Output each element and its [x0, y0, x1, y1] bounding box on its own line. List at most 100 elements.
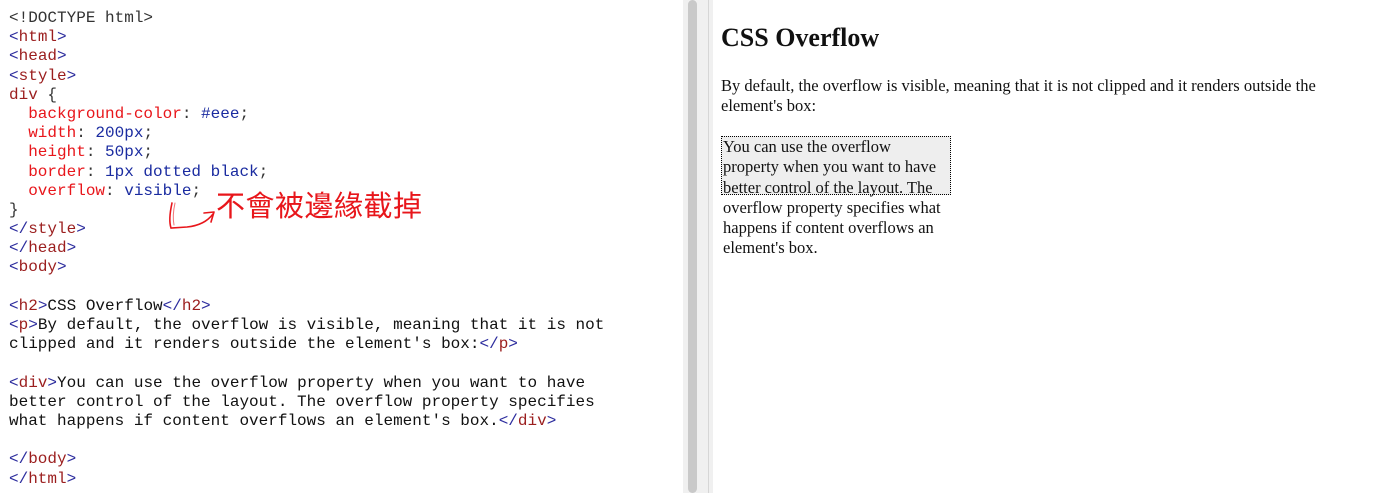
- code-token-tag: div: [517, 411, 547, 430]
- code-token-tag: p: [498, 335, 509, 354]
- code-token-tag: html: [18, 28, 58, 47]
- code-line[interactable]: width: 200px;: [7, 124, 676, 144]
- code-token-bracket: >: [66, 450, 77, 469]
- code-token-value: 50px: [105, 143, 144, 162]
- code-token-bracket: >: [47, 373, 58, 392]
- code-token-value: 200px: [95, 124, 144, 143]
- code-token-text: You can use the overflow property when y…: [57, 373, 586, 392]
- code-token-bracket: </: [9, 220, 29, 239]
- code-token-bracket: >: [76, 220, 86, 239]
- code-token-bracket: </: [9, 469, 29, 488]
- code-line[interactable]: what happens if content overflows an ele…: [9, 412, 604, 431]
- code-token-punct: ;: [143, 124, 154, 143]
- code-token-plain: <!DOCTYPE html>: [9, 9, 154, 27]
- code-token-tag: h2: [181, 296, 202, 315]
- code-token-punct: :: [85, 162, 106, 181]
- code-token-bracket: >: [546, 411, 557, 430]
- code-token-bracket: >: [57, 47, 67, 66]
- code-token-tag: style: [18, 66, 67, 85]
- overflow-demo-box: You can use the overflow property when y…: [721, 136, 951, 257]
- code-token-tag: div: [9, 85, 38, 104]
- code-token-bracket: <: [9, 47, 19, 66]
- overflow-demo-text: You can use the overflow property when y…: [723, 137, 941, 258]
- code-line[interactable]: background-color: #eee;: [9, 105, 604, 124]
- splitter-drag-handle[interactable]: [688, 0, 697, 493]
- code-token-bracket: >: [66, 66, 77, 85]
- code-token-bracket: <: [9, 316, 19, 334]
- code-token-tag: head: [28, 239, 67, 258]
- code-line[interactable]: clipped and it renders outside the eleme…: [9, 335, 604, 354]
- code-editor-text[interactable]: <!DOCTYPE html> <html> <head> <style> div { …: [7, 9, 676, 489]
- code-token-bracket: >: [508, 335, 518, 354]
- code-token-tag: style: [28, 220, 77, 239]
- code-line[interactable]: [9, 354, 604, 373]
- code-token-bracket: </: [498, 411, 518, 430]
- code-line[interactable]: </head>: [9, 239, 604, 258]
- code-line[interactable]: <p>By default, the overflow is visible, …: [9, 316, 604, 335]
- code-token-text: clipped and it renders outside the eleme…: [9, 335, 480, 354]
- code-token-bracket: </: [479, 335, 499, 354]
- code-token-punct: :: [105, 181, 125, 200]
- code-token-bracket: >: [57, 258, 67, 277]
- code-token-tag: head: [18, 47, 58, 66]
- code-token-punct: ;: [239, 104, 250, 123]
- code-token-text: better control of the layout. The overfl…: [9, 392, 595, 411]
- code-token-text: what happens if content overflows an ele…: [9, 411, 499, 430]
- code-token-value: 1px dotted black: [105, 162, 259, 181]
- code-line[interactable]: border: 1px dotted black;: [9, 163, 604, 182]
- code-token-bracket: >: [201, 296, 211, 315]
- code-token-prop: background-color: [28, 104, 182, 123]
- code-line[interactable]: height: 50px;: [7, 143, 604, 163]
- code-token-value: visible: [124, 181, 192, 200]
- code-line[interactable]: <html>: [9, 28, 604, 47]
- code-token-value: #eee: [201, 104, 240, 123]
- code-line[interactable]: </body>: [9, 450, 604, 469]
- tryit-editor-window: <!DOCTYPE html> <html> <head> <style> div { …: [0, 0, 1393, 493]
- preview-paragraph: By default, the overflow is visible, mea…: [721, 76, 1316, 115]
- code-token-tag: body: [18, 258, 58, 277]
- code-line[interactable]: [9, 431, 604, 450]
- code-token-punct: :: [85, 143, 106, 162]
- code-line[interactable]: </html>: [9, 470, 604, 489]
- pane-splitter[interactable]: [683, 0, 713, 493]
- code-token-bracket: <: [9, 66, 19, 85]
- code-line[interactable]: better control of the layout. The overfl…: [9, 393, 604, 412]
- code-token-prop: border: [28, 162, 86, 181]
- code-token-text: By default, the overflow is visible, mea…: [37, 316, 605, 334]
- code-token-tag: div: [18, 373, 48, 392]
- code-token-punct: {: [37, 85, 58, 104]
- code-token-prop: overflow: [28, 181, 106, 200]
- code-token-bracket: <: [9, 28, 19, 47]
- annotation-arrow-icon: [169, 202, 215, 229]
- code-token-punct: ;: [258, 162, 269, 181]
- code-line[interactable]: div {: [9, 86, 604, 105]
- code-line[interactable]: <body>: [9, 258, 604, 277]
- code-line[interactable]: <style>: [9, 67, 604, 86]
- code-token-bracket: >: [57, 28, 67, 47]
- code-token-punct: :: [181, 104, 202, 123]
- code-token-prop: width: [28, 124, 77, 143]
- code-token-tag: h2: [18, 296, 38, 315]
- code-token-bracket: >: [37, 296, 48, 315]
- splitter-edge: [708, 0, 709, 493]
- code-token-punct: }: [9, 200, 19, 219]
- code-line[interactable]: <!DOCTYPE html>: [9, 9, 604, 28]
- code-line[interactable]: [9, 278, 604, 297]
- code-editor-pane[interactable]: <!DOCTYPE html> <html> <head> <style> div { …: [0, 0, 683, 493]
- code-token-punct: :: [76, 124, 96, 143]
- code-token-punct: ;: [191, 181, 202, 200]
- code-line[interactable]: <h2>CSS Overflow</h2>: [9, 297, 604, 316]
- code-token-bracket: <: [9, 258, 19, 277]
- code-line[interactable]: <head>: [9, 47, 604, 66]
- code-token-bracket: </: [162, 296, 182, 315]
- code-line[interactable]: <div>You can use the overflow property w…: [9, 374, 604, 393]
- code-token-bracket: >: [66, 239, 77, 258]
